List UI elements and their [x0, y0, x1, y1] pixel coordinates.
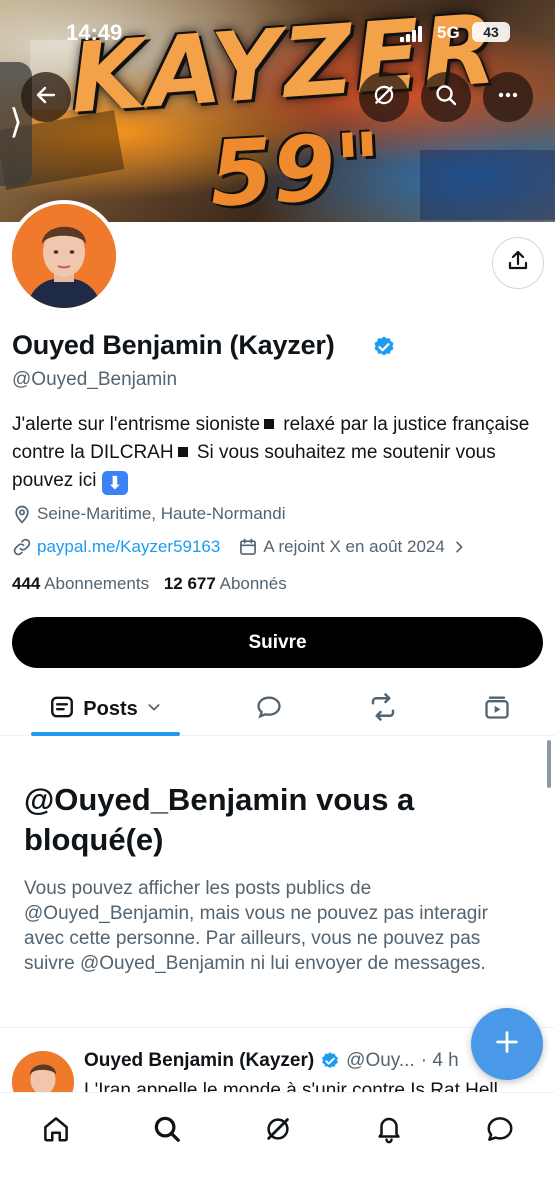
active-tab-indicator	[31, 732, 180, 736]
more-button[interactable]	[483, 72, 533, 122]
profile-tabs: Posts	[0, 682, 555, 736]
website-link[interactable]: paypal.me/Kayzer59163	[37, 537, 220, 557]
repost-icon	[368, 692, 398, 727]
arrow-left-icon	[34, 83, 58, 112]
search-icon	[152, 1114, 182, 1149]
profile-handle: @Ouyed_Benjamin	[12, 369, 178, 390]
post-author-name[interactable]: Ouyed Benjamin (Kayzer)	[84, 1050, 314, 1072]
followers-count: 12 677	[163, 574, 216, 593]
network-type: 5G	[437, 23, 460, 42]
profile-location: Seine-Maritime, Haute-Normandi	[12, 504, 285, 524]
location-pin-icon	[12, 504, 32, 524]
back-button[interactable]	[21, 72, 71, 122]
banner-graffiti-number: 59"	[207, 113, 385, 222]
grok-button[interactable]	[359, 72, 409, 122]
share-icon	[506, 249, 530, 278]
followers-link[interactable]: 12 677 Abonnés	[164, 574, 287, 593]
share-profile-button[interactable]	[492, 237, 544, 289]
tab-replies[interactable]	[243, 682, 295, 736]
home-icon	[41, 1114, 71, 1149]
status-time: 14:49	[66, 20, 123, 45]
search-button[interactable]	[421, 72, 471, 122]
tab-reposts[interactable]	[357, 682, 409, 736]
location-text: Seine-Maritime, Haute-Normandi	[37, 504, 286, 523]
chevron-right-icon[interactable]	[451, 539, 467, 555]
profile-bio: J'alerte sur l'entrisme sioniste relaxé …	[12, 411, 542, 495]
plus-icon	[493, 1028, 521, 1061]
post-header: Ouyed Benjamin (Kayzer) @Ouy... · 4 h	[84, 1050, 459, 1072]
tab-posts[interactable]: Posts	[31, 682, 180, 736]
followers-label: Abonnés	[219, 574, 287, 593]
reply-bubble-icon	[255, 693, 283, 726]
profile-meta-row: paypal.me/Kayzer59163 A rejoint X en aoû…	[12, 537, 472, 557]
black-square-icon	[264, 418, 275, 429]
calendar-icon	[238, 537, 258, 557]
profile-avatar[interactable]	[8, 200, 120, 312]
verified-badge-icon	[320, 1051, 340, 1071]
following-label: Abonnements	[44, 574, 150, 593]
media-icon	[483, 693, 511, 726]
following-count: 444	[12, 574, 41, 593]
signal-icon	[400, 26, 424, 42]
search-icon	[434, 83, 458, 112]
posts-icon	[49, 694, 75, 725]
grok-icon	[371, 82, 397, 113]
scrollbar[interactable]	[547, 740, 551, 788]
compose-button[interactable]	[471, 1008, 543, 1080]
nav-search[interactable]	[143, 1107, 191, 1155]
chat-bubble-icon	[485, 1114, 515, 1149]
bell-icon	[374, 1114, 404, 1149]
post-author-handle: @Ouy...	[346, 1050, 415, 1071]
more-horizontal-icon	[496, 83, 520, 112]
nav-messages[interactable]	[476, 1107, 524, 1155]
black-square-icon	[177, 446, 188, 457]
profile-display-name: Ouyed Benjamin (Kayzer)	[12, 330, 335, 360]
bottom-navigation	[0, 1092, 555, 1200]
tab-media[interactable]	[471, 682, 523, 736]
nav-grok[interactable]	[254, 1107, 302, 1155]
link-icon	[12, 537, 32, 557]
post-time: · 4 h	[420, 1050, 459, 1071]
divider	[0, 1027, 555, 1028]
nav-notifications[interactable]	[365, 1107, 413, 1155]
battery-icon: 43	[472, 22, 510, 42]
joined-date: A rejoint X en août 2024	[263, 537, 445, 556]
nav-home[interactable]	[32, 1107, 80, 1155]
blocked-title: @Ouyed_Benjamin vous a bloqué(e)	[24, 782, 415, 857]
bio-text-1: J'alerte sur l'entrisme sioniste	[12, 414, 261, 435]
grok-icon	[263, 1114, 293, 1149]
follow-stats: 444 Abonnements 12 677 Abonnés	[12, 574, 287, 594]
tab-posts-label: Posts	[83, 697, 138, 720]
follow-button[interactable]: Suivre	[12, 617, 543, 668]
chevron-down-icon	[146, 699, 162, 720]
verified-badge-icon[interactable]	[372, 335, 396, 364]
following-link[interactable]: 444 Abonnements	[12, 574, 149, 593]
status-bar: 14:49 5G 43	[0, 0, 555, 60]
arrow-down-emoji-icon: ⬇	[101, 471, 128, 495]
blocked-description: Vous pouvez afficher les posts publics d…	[24, 878, 488, 974]
